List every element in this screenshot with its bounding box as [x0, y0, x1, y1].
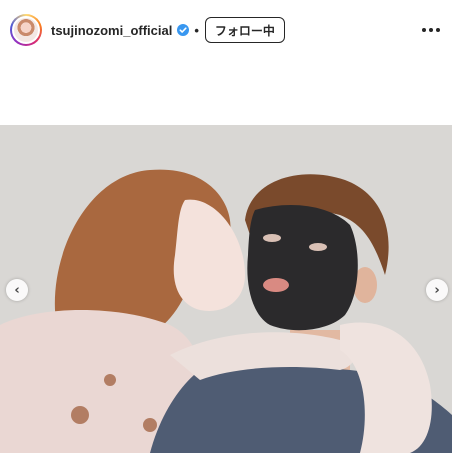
verified-badge-icon — [177, 24, 190, 36]
carousel-prev-button[interactable]: ‹ — [6, 279, 28, 301]
more-options-icon[interactable] — [420, 22, 442, 38]
avatar-image — [12, 16, 40, 44]
post-photo[interactable]: ‹ › — [0, 125, 452, 453]
following-button[interactable]: フォロー中 — [204, 17, 285, 43]
more-dot — [422, 28, 426, 32]
more-dot — [429, 28, 433, 32]
carousel-next-button[interactable]: › — [426, 279, 448, 301]
profile-avatar[interactable] — [10, 14, 42, 46]
photo-illustration — [0, 125, 452, 453]
separator-dot: • — [194, 22, 199, 38]
username-link[interactable]: tsujinozomi_official — [51, 23, 172, 38]
post-header: tsujinozomi_official • フォロー中 — [0, 0, 452, 60]
more-dot — [436, 28, 440, 32]
